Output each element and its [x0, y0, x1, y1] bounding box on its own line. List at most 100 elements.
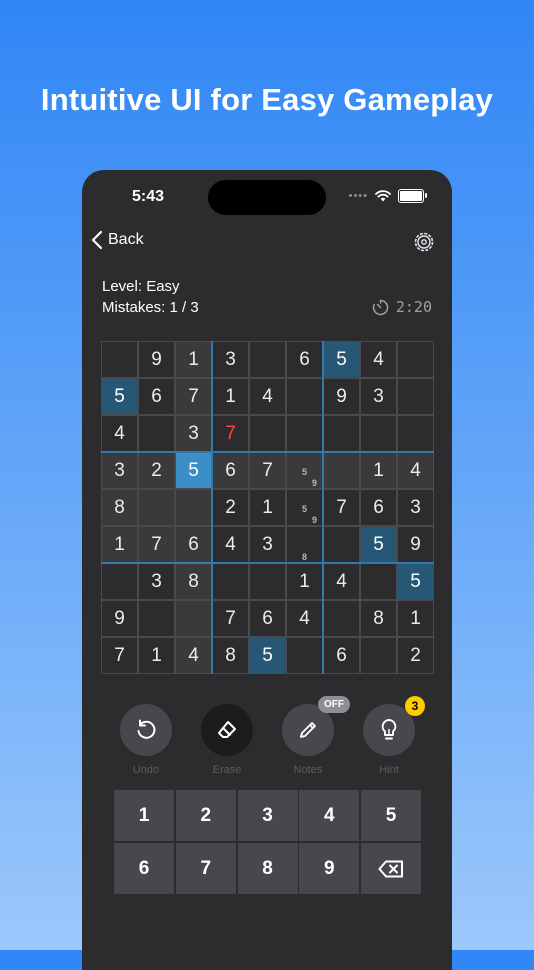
board-cell[interactable]: 4 — [397, 452, 434, 489]
signal-dots: •••• — [348, 190, 368, 202]
board-cell[interactable]: 4 — [360, 341, 397, 378]
board-cell[interactable]: 5 — [101, 378, 138, 415]
numpad-key-2[interactable]: 2 — [175, 790, 236, 841]
board-cell[interactable]: 6 — [212, 452, 249, 489]
board-cell[interactable]: 5 — [175, 452, 212, 489]
note-digit: 8 — [302, 552, 308, 562]
board-cell[interactable]: 7 — [212, 600, 249, 637]
settings-button[interactable] — [412, 230, 436, 259]
board-cell[interactable] — [323, 600, 360, 637]
board-cell[interactable]: 59 — [286, 489, 323, 526]
board-cell[interactable] — [397, 378, 434, 415]
board-cell[interactable]: 5 — [249, 637, 286, 674]
board-cell[interactable]: 6 — [138, 378, 175, 415]
board-cell[interactable] — [323, 415, 360, 452]
board-cell[interactable]: 3 — [138, 563, 175, 600]
board-cell[interactable]: 5 — [397, 563, 434, 600]
board-cell[interactable]: 4 — [323, 563, 360, 600]
board-cell[interactable]: 1 — [249, 489, 286, 526]
board-cell[interactable]: 7 — [249, 452, 286, 489]
board-cell[interactable]: 9 — [323, 378, 360, 415]
board-cell[interactable] — [175, 600, 212, 637]
board-cell[interactable]: 3 — [175, 415, 212, 452]
board-cell[interactable]: 1 — [138, 637, 175, 674]
board-cell[interactable]: 4 — [175, 637, 212, 674]
board-cell[interactable] — [138, 600, 175, 637]
board-cell[interactable]: 3 — [397, 489, 434, 526]
board-cell[interactable] — [360, 415, 397, 452]
board-cell[interactable] — [249, 341, 286, 378]
board-cell[interactable]: 9 — [138, 341, 175, 378]
board-cell[interactable]: 4 — [286, 600, 323, 637]
board-cell[interactable]: 59 — [286, 452, 323, 489]
board-cell[interactable]: 9 — [397, 526, 434, 563]
board-cell[interactable] — [286, 637, 323, 674]
timer: 2:20 — [372, 298, 432, 316]
board-cell[interactable]: 8 — [175, 563, 212, 600]
board-cell[interactable] — [360, 637, 397, 674]
numpad-key-9[interactable]: 9 — [299, 843, 360, 894]
board-cell[interactable] — [286, 415, 323, 452]
board-cell[interactable]: 5 — [360, 526, 397, 563]
board-cell[interactable] — [249, 563, 286, 600]
numpad-key-6[interactable]: 6 — [114, 843, 174, 894]
board-cell[interactable]: 6 — [360, 489, 397, 526]
board-cell[interactable]: 7 — [175, 378, 212, 415]
board-cell[interactable]: 5 — [323, 341, 360, 378]
board-cell[interactable]: 1 — [397, 600, 434, 637]
board-cell[interactable]: 3 — [212, 341, 249, 378]
numpad-key-7[interactable]: 7 — [175, 843, 236, 894]
board-cell[interactable]: 7 — [212, 415, 249, 452]
delete-key[interactable] — [361, 843, 421, 894]
board-cell[interactable] — [175, 489, 212, 526]
board-cell[interactable] — [397, 415, 434, 452]
hint-button[interactable]: 3 Hint — [361, 696, 425, 776]
notes-button[interactable]: OFF Notes — [280, 696, 350, 776]
undo-button[interactable]: Undo — [118, 704, 174, 776]
numpad-key-8[interactable]: 8 — [237, 843, 298, 894]
numpad-key-5[interactable]: 5 — [361, 790, 421, 841]
board-cell[interactable] — [323, 526, 360, 563]
erase-button[interactable]: Erase — [199, 704, 255, 776]
board-cell[interactable]: 4 — [101, 415, 138, 452]
board-cell[interactable]: 6 — [286, 341, 323, 378]
board-cell[interactable]: 6 — [175, 526, 212, 563]
board-cell[interactable]: 3 — [101, 452, 138, 489]
board-cell[interactable]: 1 — [212, 378, 249, 415]
board-cell[interactable]: 1 — [175, 341, 212, 378]
board-cell[interactable]: 9 — [101, 600, 138, 637]
numpad-key-4[interactable]: 4 — [299, 790, 360, 841]
board-cell[interactable]: 4 — [212, 526, 249, 563]
board-cell[interactable]: 2 — [138, 452, 175, 489]
board-cell[interactable]: 7 — [101, 637, 138, 674]
board-cell[interactable]: 3 — [249, 526, 286, 563]
board-cell[interactable]: 8 — [286, 526, 323, 563]
board-cell[interactable]: 1 — [360, 452, 397, 489]
board-cell[interactable] — [249, 415, 286, 452]
board-cell[interactable]: 3 — [360, 378, 397, 415]
board-cell[interactable]: 2 — [212, 489, 249, 526]
board-cell[interactable] — [101, 341, 138, 378]
board-cell[interactable] — [138, 489, 175, 526]
board-cell[interactable]: 8 — [360, 600, 397, 637]
board-cell[interactable]: 6 — [323, 637, 360, 674]
board-cell[interactable]: 2 — [397, 637, 434, 674]
board-cell[interactable]: 7 — [323, 489, 360, 526]
board-cell[interactable] — [212, 563, 249, 600]
numpad-key-3[interactable]: 3 — [237, 790, 298, 841]
board-cell[interactable]: 1 — [101, 526, 138, 563]
back-button[interactable]: Back — [90, 230, 144, 250]
board-cell[interactable] — [360, 563, 397, 600]
board-cell[interactable] — [397, 341, 434, 378]
board-cell[interactable]: 6 — [249, 600, 286, 637]
board-cell[interactable]: 1 — [286, 563, 323, 600]
board-cell[interactable] — [323, 452, 360, 489]
numpad-key-1[interactable]: 1 — [114, 790, 174, 841]
board-cell[interactable] — [286, 378, 323, 415]
board-cell[interactable]: 7 — [138, 526, 175, 563]
board-cell[interactable]: 8 — [101, 489, 138, 526]
board-cell[interactable] — [101, 563, 138, 600]
board-cell[interactable] — [138, 415, 175, 452]
board-cell[interactable]: 8 — [212, 637, 249, 674]
board-cell[interactable]: 4 — [249, 378, 286, 415]
